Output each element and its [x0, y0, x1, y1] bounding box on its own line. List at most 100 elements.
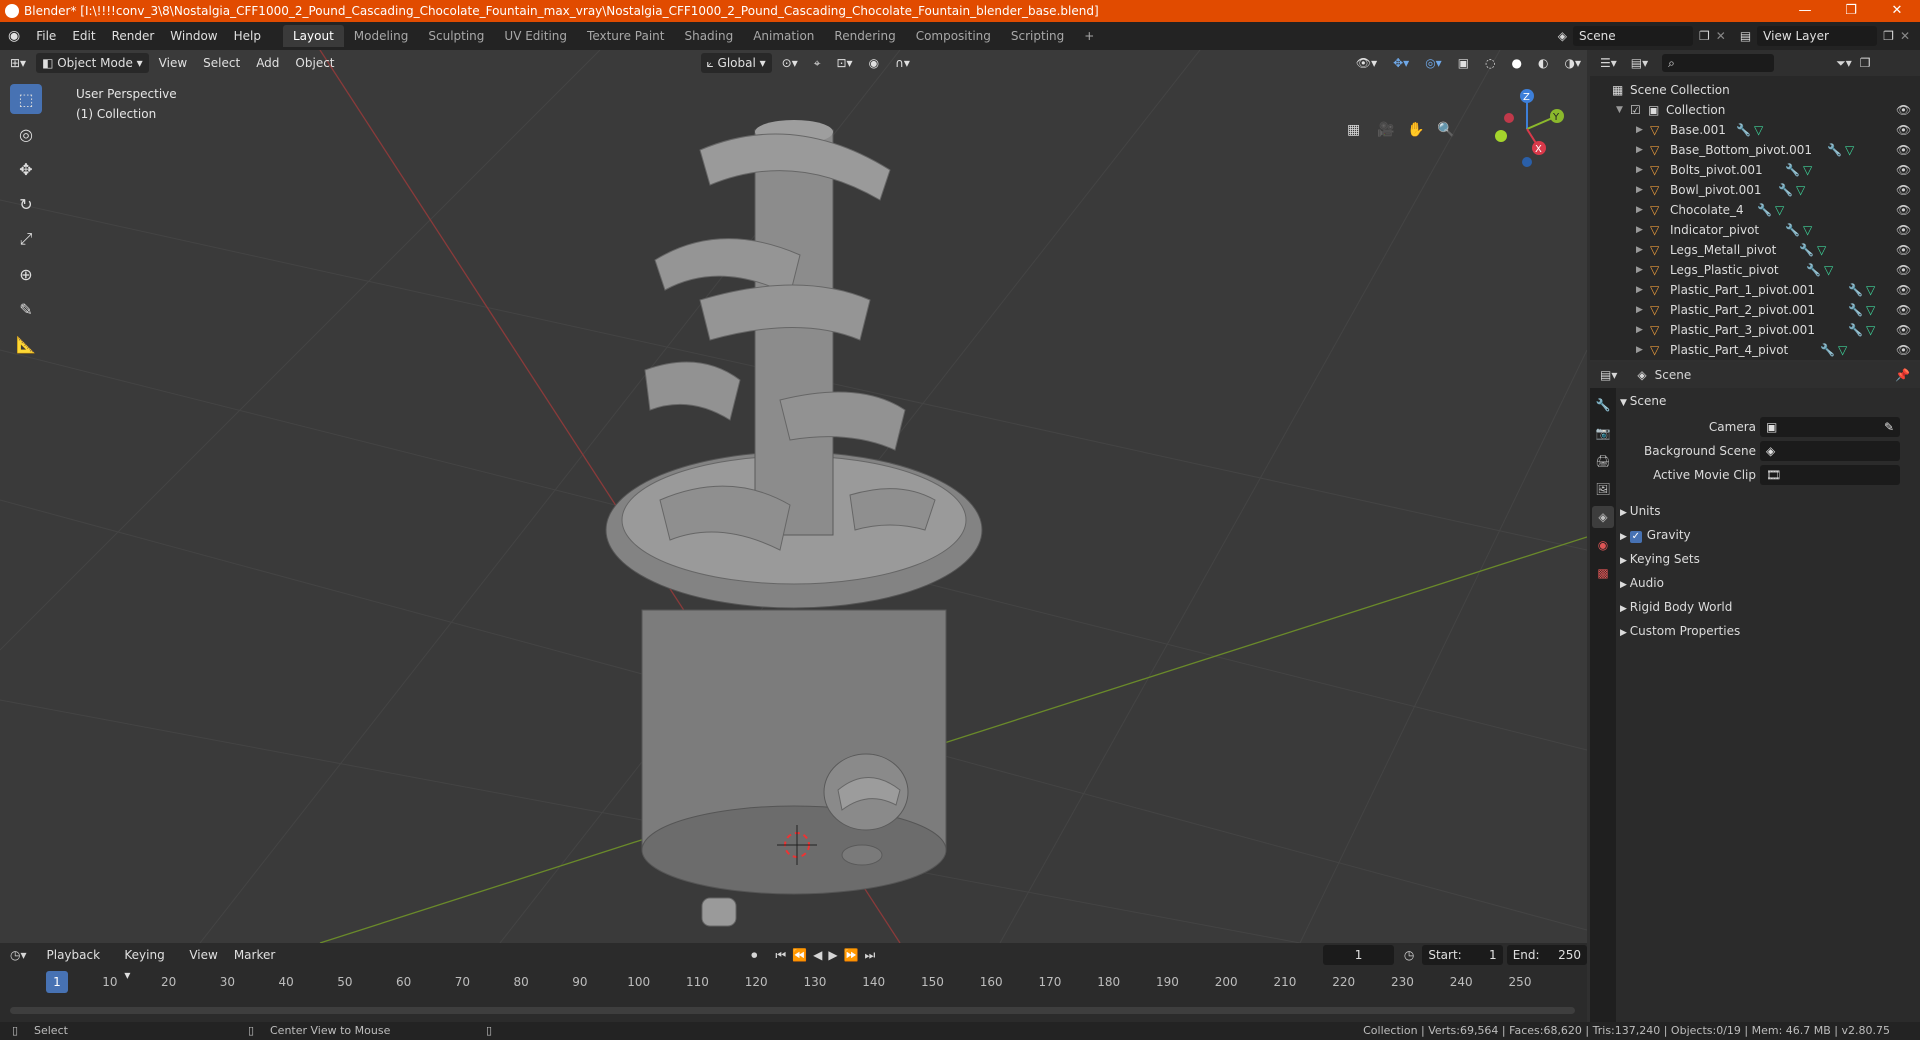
mesh-data-icon[interactable]: ▽ — [1866, 320, 1875, 340]
jump-keyframe-forward-icon[interactable]: ⏩ — [844, 948, 859, 962]
tab-layout[interactable]: Layout — [282, 25, 344, 47]
new-view-layer-icon[interactable]: ❐ — [1883, 29, 1894, 43]
scene-browse-icon[interactable]: ◈ — [1558, 29, 1567, 43]
gizmo-toggle-icon[interactable]: ✥▾ — [1387, 53, 1415, 73]
timeline-menu-keying[interactable]: Keying ▾ — [118, 945, 179, 982]
outliner-row-object[interactable]: ▶ ▽ Base_Bottom_pivot.001 👁 🔧 ▽ — [1590, 140, 1920, 160]
world-tab-icon[interactable]: ◉ — [1592, 534, 1614, 556]
tab-uv-editing[interactable]: UV Editing — [494, 25, 577, 47]
tab-shading[interactable]: Shading — [674, 25, 743, 47]
snap-icon[interactable]: ⌖ — [808, 53, 827, 73]
object-expand-icon[interactable]: ▶ — [1636, 320, 1643, 340]
collection-expand-icon[interactable]: ▼ — [1616, 100, 1623, 120]
property-section-audio[interactable]: ▶ Audio — [1620, 572, 1916, 594]
object-expand-icon[interactable]: ▶ — [1636, 200, 1643, 220]
menu-help[interactable]: Help — [226, 22, 269, 50]
object-visibility-icon[interactable]: 👁 — [1896, 120, 1911, 140]
zoom-view-icon[interactable]: 🔍 — [1437, 122, 1454, 138]
property-section-keying-sets[interactable]: ▶ Keying Sets — [1620, 548, 1916, 570]
object-expand-icon[interactable]: ▶ — [1636, 180, 1643, 200]
modifier-wrench-icon[interactable]: 🔧 — [1848, 320, 1863, 340]
tab-sculpting[interactable]: Sculpting — [418, 25, 494, 47]
timeline-menu-playback[interactable]: Playback ▾ — [41, 945, 115, 982]
outliner-row-object[interactable]: ▶ ▽ Legs_Plastic_pivot 👁 🔧 ▽ — [1590, 260, 1920, 280]
outliner-row-object[interactable]: ▶ ▽ Indicator_pivot 👁 🔧 ▽ — [1590, 220, 1920, 240]
property-section-gravity[interactable]: ▶ ✓ Gravity — [1620, 524, 1916, 546]
tool-tab-icon[interactable]: 🔧 — [1592, 394, 1614, 416]
tab-scripting[interactable]: Scripting — [1001, 25, 1074, 47]
view-layer-selector[interactable]: View Layer — [1757, 26, 1878, 46]
end-frame-field[interactable]: End: 250 — [1506, 945, 1588, 965]
use-preview-range-icon[interactable]: ◷ — [1404, 948, 1414, 962]
tab-modeling[interactable]: Modeling — [344, 25, 419, 47]
pin-icon[interactable]: 📌 — [1895, 368, 1910, 382]
texture-tab-icon[interactable]: ▩ — [1592, 562, 1614, 584]
output-tab-icon[interactable]: 🖨 — [1592, 450, 1614, 472]
remove-view-layer-icon[interactable]: ✕ — [1900, 29, 1910, 43]
mesh-data-icon[interactable]: ▽ — [1845, 140, 1854, 160]
scale-tool-icon[interactable]: ⤢ — [10, 224, 42, 254]
mesh-data-icon[interactable]: ▽ — [1817, 240, 1826, 260]
collection-visibility-icon[interactable]: 👁 — [1896, 100, 1911, 120]
tab-animation[interactable]: Animation — [743, 25, 824, 47]
modifier-wrench-icon[interactable]: 🔧 — [1785, 160, 1800, 180]
jump-end-icon[interactable]: ⏭ — [865, 948, 876, 963]
modifier-wrench-icon[interactable]: 🔧 — [1778, 180, 1793, 200]
outliner-row-object[interactable]: ▶ ▽ Base.001 👁 🔧 ▽ — [1590, 120, 1920, 140]
mesh-data-icon[interactable]: ▽ — [1866, 300, 1875, 320]
object-visibility-icon[interactable]: 👁 — [1896, 260, 1911, 280]
object-visibility-icon[interactable]: 👁 — [1896, 240, 1911, 260]
view-layer-browse-icon[interactable]: ▤ — [1740, 29, 1751, 43]
outliner-row-object[interactable]: ▶ ▽ Plastic_Part_1_pivot.001 👁 🔧 ▽ — [1590, 280, 1920, 300]
object-expand-icon[interactable]: ▶ — [1636, 140, 1643, 160]
property-section-custom-properties[interactable]: ▶ Custom Properties — [1620, 620, 1916, 642]
object-expand-icon[interactable]: ▶ — [1636, 300, 1643, 320]
falloff-icon[interactable]: ∩▾ — [889, 53, 916, 73]
modifier-wrench-icon[interactable]: 🔧 — [1757, 200, 1772, 220]
maximize-button[interactable]: ❐ — [1828, 0, 1874, 22]
outliner-row-collection[interactable]: ▼ ☑ ▣ Collection 👁 — [1590, 100, 1920, 120]
object-expand-icon[interactable]: ▶ — [1636, 240, 1643, 260]
pivot-point-icon[interactable]: ⊙▾ — [776, 53, 804, 73]
toggle-camera-grid-icon[interactable]: ▦ — [1347, 122, 1360, 138]
rendered-shading-icon[interactable]: ◑▾ — [1559, 53, 1588, 73]
move-tool-icon[interactable]: ✥ — [10, 154, 42, 184]
tab-rendering[interactable]: Rendering — [824, 25, 905, 47]
new-scene-icon[interactable]: ❐ — [1699, 29, 1710, 43]
rotate-tool-icon[interactable]: ↻ — [10, 189, 42, 219]
cursor-tool-icon[interactable]: ◎ — [10, 119, 42, 149]
outliner-display-mode-icon[interactable]: ▤▾ — [1631, 56, 1648, 70]
outliner-row-object[interactable]: ▶ ▽ Chocolate_4 👁 🔧 ▽ — [1590, 200, 1920, 220]
mesh-data-icon[interactable]: ▽ — [1838, 340, 1847, 360]
add-workspace-icon[interactable]: + — [1074, 25, 1104, 47]
tab-compositing[interactable]: Compositing — [906, 25, 1001, 47]
object-expand-icon[interactable]: ▶ — [1636, 120, 1643, 140]
start-frame-field[interactable]: Start: 1 — [1422, 945, 1503, 965]
record-icon[interactable]: ⏺ — [751, 948, 757, 963]
object-expand-icon[interactable]: ▶ — [1636, 340, 1643, 360]
mesh-data-icon[interactable]: ▽ — [1803, 220, 1812, 240]
viewport-menu-select[interactable]: Select — [197, 53, 246, 73]
view-layer-tab-icon[interactable]: 🖼 — [1592, 478, 1614, 500]
object-visibility-icon[interactable]: 👁 — [1896, 140, 1911, 160]
mesh-data-icon[interactable]: ▽ — [1796, 180, 1805, 200]
outliner-search-input[interactable]: ⌕ — [1662, 54, 1775, 72]
object-expand-icon[interactable]: ▶ — [1636, 160, 1643, 180]
menu-file[interactable]: File — [28, 22, 64, 50]
jump-keyframe-back-icon[interactable]: ⏪ — [792, 948, 807, 962]
gravity-checkbox[interactable]: ✓ — [1629, 531, 1642, 543]
pan-view-icon[interactable]: ✋ — [1407, 122, 1424, 138]
select-box-tool-icon[interactable]: ⬚ — [10, 84, 42, 114]
object-expand-icon[interactable]: ▶ — [1636, 260, 1643, 280]
modifier-wrench-icon[interactable]: 🔧 — [1820, 340, 1835, 360]
modifier-wrench-icon[interactable]: 🔧 — [1827, 140, 1842, 160]
chocolate-fountain-model[interactable] — [605, 120, 983, 927]
annotate-tool-icon[interactable]: ✎ — [10, 294, 42, 324]
outliner-filter-icon[interactable]: ⏷▾ — [1836, 56, 1852, 71]
outliner-row-object[interactable]: ▶ ▽ Bowl_pivot.001 👁 🔧 ▽ — [1590, 180, 1920, 200]
menu-edit[interactable]: Edit — [64, 22, 103, 50]
outliner-row-object[interactable]: ▶ ▽ Plastic_Part_2_pivot.001 👁 🔧 ▽ — [1590, 300, 1920, 320]
timeline-scrollbar[interactable] — [10, 1007, 1575, 1014]
scene-tab-icon[interactable]: ◈ — [1592, 506, 1614, 528]
outliner-row-object[interactable]: ▶ ▽ Plastic_Part_4_pivot 👁 🔧 ▽ — [1590, 340, 1920, 360]
